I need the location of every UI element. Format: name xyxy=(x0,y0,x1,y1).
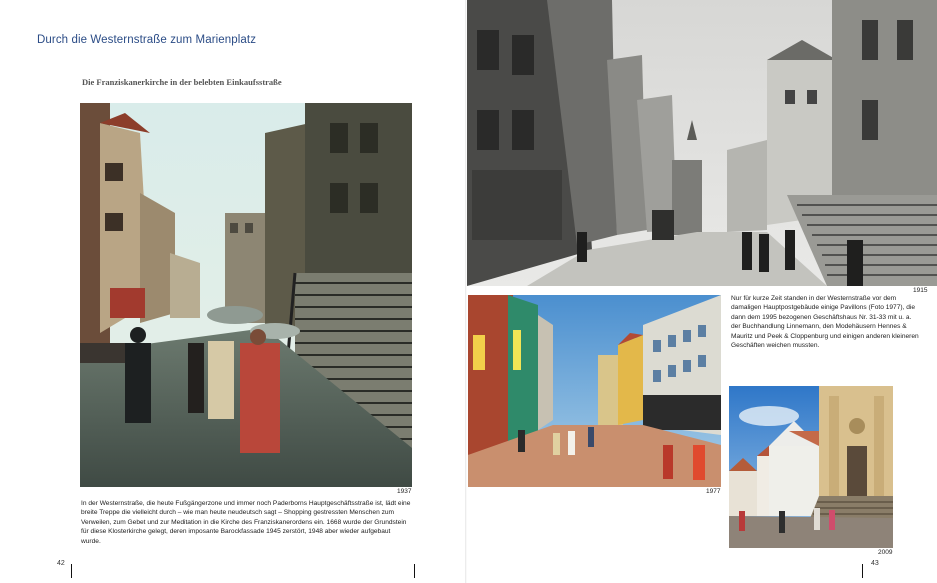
photo-year-1977: 1977 xyxy=(706,488,721,495)
page-number-right: 43 xyxy=(871,560,879,567)
photo-subtitle: Die Franziskanerkirche in der belebten E… xyxy=(82,77,282,87)
photo-westernstrasse-1977 xyxy=(468,295,721,487)
photo-year-1937: 1937 xyxy=(397,488,412,495)
photo-franziskanerkirche-1937 xyxy=(80,103,412,487)
crop-mark xyxy=(862,564,863,578)
photo-year-2009: 2009 xyxy=(878,549,893,556)
photo-year-1915: 1915 xyxy=(913,287,928,294)
photo-westernstrasse-2009 xyxy=(729,386,893,548)
crop-mark xyxy=(71,564,72,578)
crop-mark xyxy=(414,564,415,578)
chapter-title: Durch die Westernstraße zum Marienplatz xyxy=(37,34,257,46)
page-number-left: 42 xyxy=(57,560,65,567)
caption-right: Nur für kurze Zeit standen in der Wester… xyxy=(731,295,919,350)
caption-left: In der Westernstraße, die heute Fußgänge… xyxy=(81,500,411,545)
photo-westernstrasse-1915 xyxy=(467,0,937,286)
